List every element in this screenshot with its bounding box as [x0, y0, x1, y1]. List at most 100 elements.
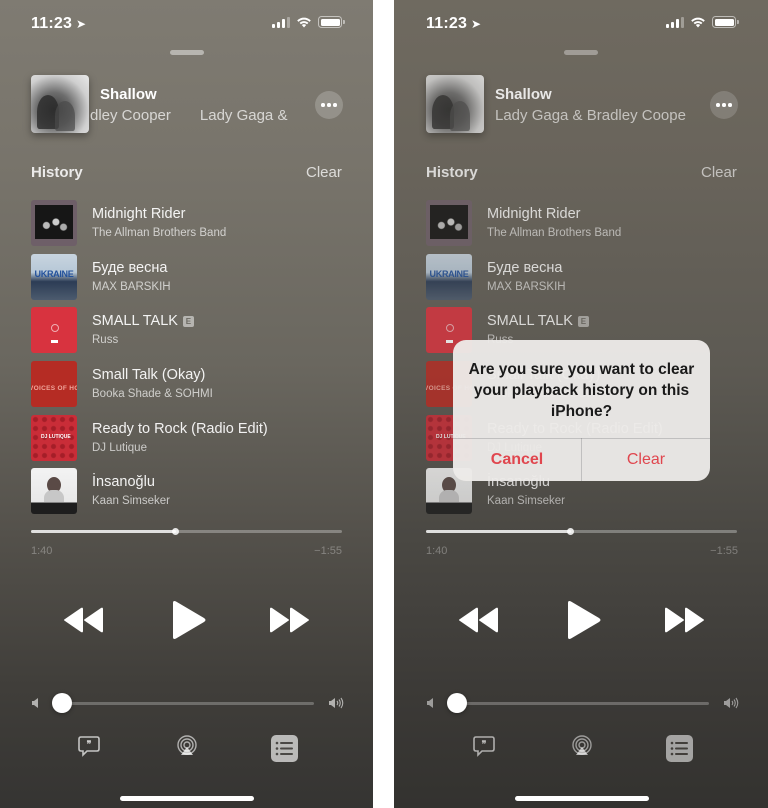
fast-forward-icon[interactable]: [663, 607, 705, 633]
playback-scrubber[interactable]: [426, 528, 737, 535]
now-playing-title: Shallow: [100, 86, 157, 103]
cancel-button[interactable]: Cancel: [453, 439, 581, 481]
phone-screen-history: 11:23 ➤ Shallow dley Cooper Lady Gaga & Hi…: [0, 0, 373, 808]
track-artist: The Allman Brothers Band: [92, 227, 227, 239]
cellular-signal-icon: [666, 16, 684, 28]
phone-screen-clear-confirmation: 11:23 ➤ Shallow Lady Gaga & Bradley Coope…: [394, 0, 768, 808]
explicit-badge: E: [182, 316, 194, 327]
queue-list-icon[interactable]: [666, 735, 693, 762]
alert-message: Are you sure you want to clear your play…: [468, 361, 695, 420]
scrubber-knob[interactable]: [567, 528, 575, 535]
elapsed-time: 1:40: [31, 545, 53, 557]
volume-low-icon: [427, 698, 433, 708]
now-playing-title: Shallow: [495, 86, 552, 103]
volume-knob[interactable]: [447, 693, 467, 713]
svg-text:❞: ❞: [87, 739, 92, 749]
track-artist: DJ Lutique: [92, 442, 147, 454]
sheet-grabber[interactable]: [564, 50, 598, 55]
clear-history-button[interactable]: Clear: [306, 164, 342, 181]
track-title: Midnight Rider: [92, 206, 186, 222]
track-artist: Booka Shade & SOHMI: [92, 388, 213, 400]
track-artwork: [31, 254, 77, 300]
scrubber-knob[interactable]: [172, 528, 180, 535]
volume-high-icon: [724, 697, 739, 709]
volume-slider[interactable]: [62, 702, 314, 705]
battery-icon: [318, 16, 345, 28]
track-artwork: [426, 200, 472, 246]
volume-high-icon: [329, 697, 344, 709]
history-heading: History: [31, 164, 83, 181]
remaining-time: −1:55: [710, 545, 738, 557]
history-track[interactable]: İnsanoğlu Kaan Simseker: [31, 468, 351, 514]
track-artwork: [31, 415, 77, 461]
track-title: Ready to Rock (Radio Edit): [92, 421, 268, 437]
track-title: Small Talk (Okay): [92, 367, 206, 383]
history-track[interactable]: Буде весна MAX BARSKIH: [31, 254, 351, 300]
status-indicators: [666, 16, 739, 28]
history-track[interactable]: Small Talk (Okay) Booka Shade & SOHMI: [31, 361, 351, 407]
track-title: İnsanoğlu: [92, 474, 155, 490]
track-artwork: [31, 307, 77, 353]
svg-text:❞: ❞: [482, 739, 487, 749]
explicit-badge: E: [577, 316, 589, 327]
track-artist: Kaan Simseker: [487, 495, 565, 507]
location-arrow-icon: ➤: [76, 17, 87, 31]
fast-forward-icon[interactable]: [268, 607, 310, 633]
track-artwork: [31, 361, 77, 407]
more-options-button[interactable]: [315, 91, 343, 119]
rewind-icon[interactable]: [63, 607, 105, 633]
track-artist: Kaan Simseker: [92, 495, 170, 507]
play-icon[interactable]: [171, 600, 207, 640]
now-playing-artist: Lady Gaga & Bradley Coope: [495, 107, 686, 124]
airplay-icon[interactable]: [176, 735, 198, 757]
track-title: Буде весна: [92, 260, 168, 276]
track-artist: Russ: [92, 334, 119, 346]
play-icon[interactable]: [566, 600, 602, 640]
now-playing-artist-marquee: dley Cooper Lady Gaga &: [90, 107, 288, 124]
more-options-button[interactable]: [710, 91, 738, 119]
airplay-icon[interactable]: [571, 735, 593, 757]
wifi-icon: [297, 17, 311, 28]
track-artist: The Allman Brothers Band: [487, 227, 622, 239]
rewind-icon[interactable]: [458, 607, 500, 633]
sheet-grabber[interactable]: [170, 50, 204, 55]
playback-scrubber[interactable]: [31, 528, 342, 535]
history-track[interactable]: SMALL TALKE Russ: [31, 307, 351, 353]
track-artwork: [31, 200, 77, 246]
volume-low-icon: [32, 698, 38, 708]
history-track[interactable]: Ready to Rock (Radio Edit) DJ Lutique: [31, 415, 351, 461]
cellular-signal-icon: [272, 16, 290, 28]
confirm-clear-button[interactable]: Clear: [582, 439, 710, 481]
now-playing-artwork[interactable]: [31, 75, 89, 133]
remaining-time: −1:55: [314, 545, 342, 557]
status-indicators: [272, 16, 345, 28]
track-title: Буде весна: [487, 260, 563, 276]
history-heading: History: [426, 164, 478, 181]
elapsed-time: 1:40: [426, 545, 448, 557]
track-artwork: [31, 468, 77, 514]
volume-slider[interactable]: [457, 702, 709, 705]
status-time: 11:23 ➤: [426, 15, 482, 32]
battery-icon: [712, 16, 739, 28]
track-title: SMALL TALK E: [92, 313, 194, 329]
status-time: 11:23 ➤: [31, 15, 87, 32]
history-track[interactable]: Midnight Rider The Allman Brothers Band: [31, 200, 351, 246]
track-title: Midnight Rider: [487, 206, 581, 222]
clear-history-alert: Are you sure you want to clear your play…: [453, 340, 710, 481]
lyrics-quote-bubble-icon[interactable]: ❞: [78, 735, 100, 757]
volume-knob[interactable]: [52, 693, 72, 713]
track-title: SMALL TALK E: [487, 313, 589, 329]
lyrics-quote-bubble-icon[interactable]: ❞: [473, 735, 495, 757]
now-playing-artwork[interactable]: [426, 75, 484, 133]
clear-history-button[interactable]: Clear: [701, 164, 737, 181]
track-artist: MAX BARSKIH: [487, 281, 566, 293]
queue-list-icon[interactable]: [271, 735, 298, 762]
track-artist: MAX BARSKIH: [92, 281, 171, 293]
history-track[interactable]: Буде весна MAX BARSKIH: [426, 254, 746, 300]
track-artwork: [426, 254, 472, 300]
home-indicator[interactable]: [515, 796, 649, 801]
history-track[interactable]: Midnight Rider The Allman Brothers Band: [426, 200, 746, 246]
home-indicator[interactable]: [120, 796, 254, 801]
location-arrow-icon: ➤: [471, 17, 482, 31]
wifi-icon: [691, 17, 705, 28]
